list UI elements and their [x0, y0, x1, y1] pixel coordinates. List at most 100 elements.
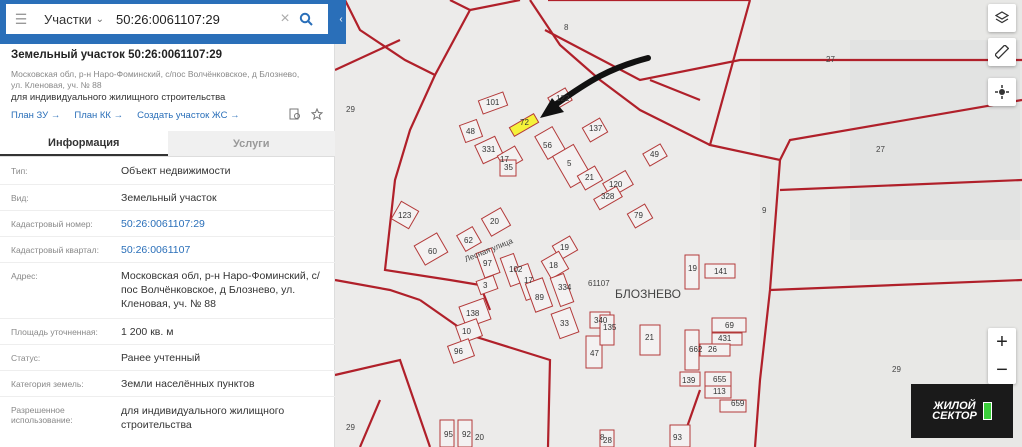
- lot-label: 19: [560, 243, 569, 252]
- create-parcel-link[interactable]: Создать участок ЖС →: [137, 110, 239, 121]
- area-label: 9: [762, 206, 767, 215]
- info-row: Статус: Ранее учтенный: [0, 345, 335, 371]
- lot-label: 49: [650, 150, 659, 159]
- info-row: Кадастровый квартал: 50:26:0061107: [0, 237, 335, 263]
- lot-label: 95: [444, 430, 453, 439]
- tab-info[interactable]: Информация: [0, 131, 168, 156]
- lot-label: 102: [509, 265, 523, 274]
- lot-label: 17: [524, 276, 533, 285]
- export-icon[interactable]: [289, 108, 301, 120]
- lot-label: 120: [609, 180, 623, 189]
- lot-label: 659: [731, 399, 745, 408]
- action-links: План ЗУ → План КК → Создать участок ЖС →: [11, 110, 240, 121]
- lot-label: 123: [398, 211, 412, 220]
- lot-label: 97: [483, 259, 492, 268]
- lot-label: 655: [713, 375, 727, 384]
- lot-label: 60: [428, 247, 437, 256]
- search-bar: ☰ Участки ⌄ × ‹: [0, 0, 346, 44]
- lot-label: 3: [483, 281, 488, 290]
- info-sidebar: ☰ Участки ⌄ × ‹ Земельный участок 50:26:…: [0, 0, 346, 447]
- plan-zu-link[interactable]: План ЗУ →: [11, 110, 60, 121]
- parcel-title: Земельный участок 50:26:0061107:29: [11, 49, 223, 61]
- info-value: Московская обл, р-н Наро-Фоминский, с/по…: [121, 270, 320, 310]
- brand-mark: [982, 402, 992, 420]
- lot-label: 331: [482, 145, 496, 154]
- lot-label: 56: [543, 141, 552, 150]
- lot-label: 139: [682, 376, 696, 385]
- layer-select[interactable]: Участки ⌄: [36, 12, 116, 27]
- info-value: для индивидуального жилищного строительс…: [121, 405, 285, 431]
- star-icon[interactable]: [311, 108, 323, 120]
- lot-label: 26: [708, 345, 717, 354]
- info-key: Разрешенное использование:: [11, 405, 73, 425]
- lot-label: 20: [475, 433, 484, 442]
- info-key: Площадь уточненная:: [11, 327, 98, 337]
- plan-kk-link[interactable]: План КК →: [74, 110, 123, 121]
- info-row: Категория земель: Земли населённых пункт…: [0, 371, 335, 397]
- cadastral-quarter-link[interactable]: 50:26:0061107: [121, 243, 331, 257]
- lot-label: 19: [688, 264, 697, 273]
- lot-label: 141: [714, 267, 728, 276]
- info-row: Площадь уточненная: 1 200 кв. м: [0, 319, 335, 345]
- lot-label: 92: [462, 430, 471, 439]
- info-value: 1 200 кв. м: [121, 326, 174, 338]
- collapse-icon[interactable]: ‹: [336, 4, 346, 34]
- cadastral-number-link[interactable]: 50:26:0061107:29: [121, 217, 331, 231]
- info-row: Адрес: Московская обл, р-н Наро-Фомински…: [0, 263, 335, 319]
- layers-button[interactable]: [988, 4, 1016, 32]
- tabs: Информация Услуги: [0, 131, 335, 157]
- search-input[interactable]: [116, 11, 276, 27]
- zoom-out-button[interactable]: −: [996, 356, 1008, 384]
- layer-select-label: Участки: [44, 11, 92, 27]
- lot-label: 62: [464, 236, 473, 245]
- info-value: Объект недвижимости: [121, 165, 231, 177]
- lot-label: 48: [466, 127, 475, 136]
- brand-line2: СЕКТОР: [932, 410, 977, 422]
- chevron-down-icon: ⌄: [95, 13, 105, 25]
- lot-label: 135: [603, 323, 617, 332]
- measure-button[interactable]: [988, 38, 1016, 66]
- info-key: Статус:: [11, 353, 41, 363]
- info-key: Категория земель:: [11, 379, 84, 389]
- area-label: 27: [826, 55, 835, 64]
- info-row: Вид: Земельный участок: [0, 185, 335, 211]
- info-key: Тип:: [11, 166, 28, 176]
- menu-icon[interactable]: ☰: [6, 4, 36, 34]
- info-key: Кадастровый номер:: [11, 219, 93, 229]
- parcel-address: Московская обл, р-н Наро-Фоминский, с/по…: [11, 69, 300, 90]
- info-row: Тип: Объект недвижимости: [0, 158, 335, 185]
- info-row: Разрешенное использование: для индивидуа…: [0, 397, 335, 437]
- tab-services[interactable]: Услуги: [167, 131, 335, 156]
- lot-label: 72: [520, 118, 529, 127]
- lot-label: 113: [713, 387, 726, 396]
- lot-label: 28: [603, 436, 612, 445]
- lot-label: 20: [490, 217, 499, 226]
- lot-label: 96: [454, 347, 463, 356]
- zoom-in-button[interactable]: +: [996, 328, 1008, 356]
- locate-button[interactable]: [988, 78, 1016, 106]
- lot-label: 137: [589, 124, 603, 133]
- info-row: Кадастровый номер: 50:26:0061107:29: [0, 211, 335, 237]
- lot-label: 21: [645, 333, 654, 342]
- lot-label: 662: [689, 345, 703, 354]
- lot-label: 122: [556, 94, 570, 103]
- lot-label: 138: [466, 309, 480, 318]
- area-label: 29: [346, 105, 355, 114]
- search-button[interactable]: [294, 7, 318, 31]
- lot-label: 101: [486, 98, 500, 107]
- lot-label: 10: [462, 327, 471, 336]
- lot-label: 431: [718, 334, 732, 343]
- clear-icon[interactable]: ×: [276, 10, 294, 28]
- lot-label: 35: [504, 163, 513, 172]
- info-key: Кадастровый квартал:: [11, 245, 99, 255]
- quarter-label: 61107: [588, 279, 610, 288]
- info-value: Земельный участок: [121, 192, 217, 204]
- lot-label: 93: [673, 433, 682, 442]
- info-key: Вид:: [11, 193, 29, 203]
- lot-label: 5: [567, 159, 572, 168]
- zoom-control: + −: [988, 328, 1016, 384]
- lot-label: 33: [560, 319, 569, 328]
- info-value: Ранее учтенный: [121, 352, 201, 364]
- lot-label: 18: [549, 261, 558, 270]
- tool-icons: [289, 108, 323, 120]
